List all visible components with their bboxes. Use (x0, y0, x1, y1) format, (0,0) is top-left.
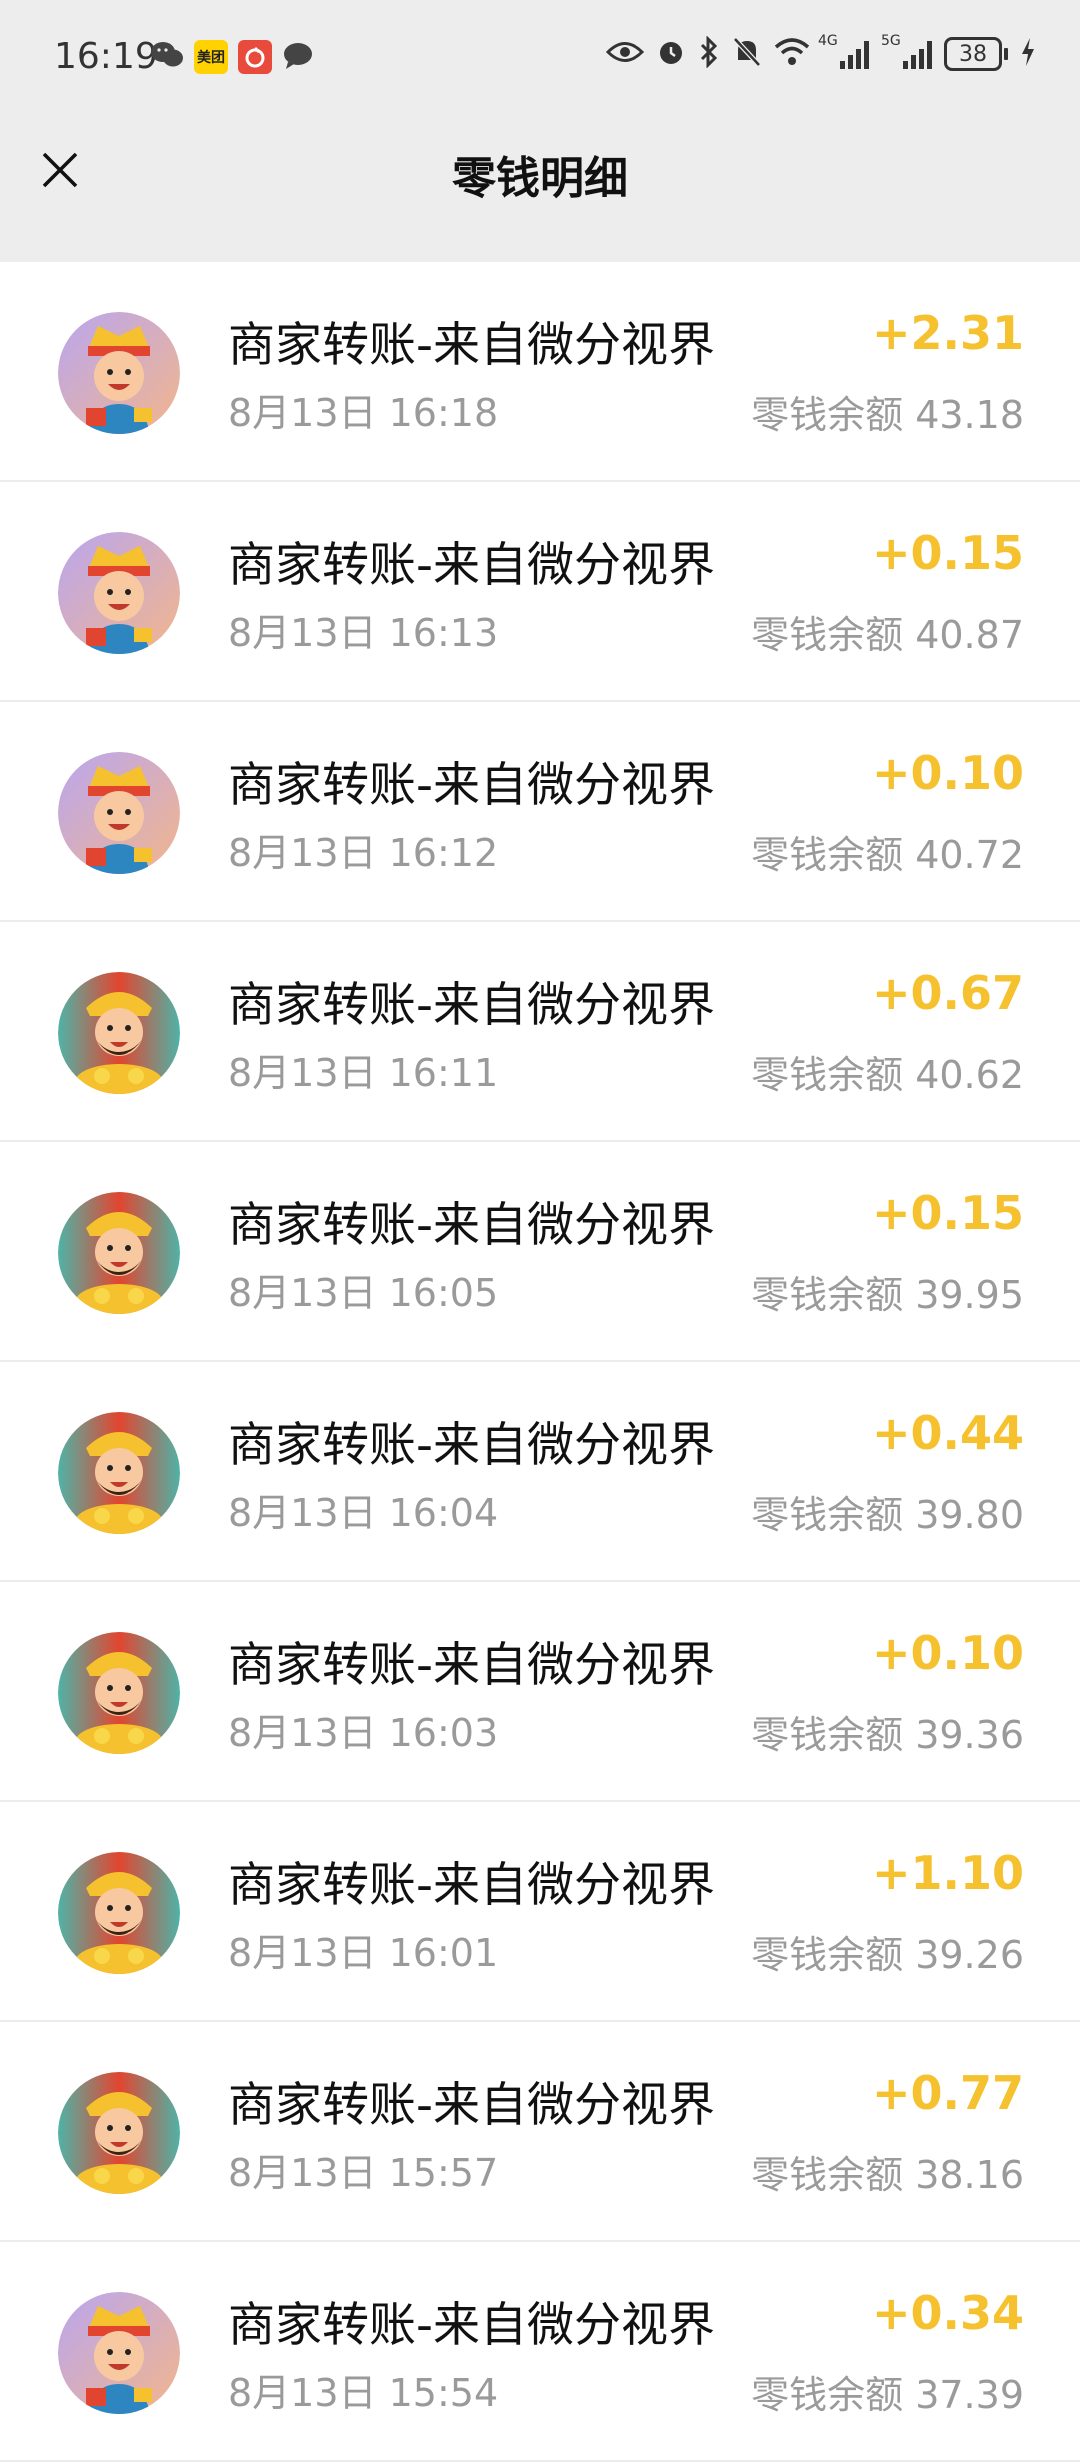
god-of-wealth-avatar-a (58, 532, 180, 654)
transaction-row[interactable]: 商家转账-来自微分视界 8月13日 16:11 +0.67 零钱余额 40.62 (0, 922, 1080, 1142)
transaction-balance: 零钱余额 40.62 (751, 1053, 1024, 1097)
transaction-title: 商家转账-来自微分视界 (228, 1638, 715, 1693)
transaction-balance: 零钱余额 39.36 (751, 1713, 1024, 1757)
transaction-time: 8月13日 15:57 (228, 2151, 499, 2195)
wechat-icon (150, 40, 184, 74)
transaction-row[interactable]: 商家转账-来自微分视界 8月13日 16:01 +1.10 零钱余额 39.26 (0, 1802, 1080, 2022)
god-of-wealth-avatar-b (58, 1852, 180, 1974)
nav-bar: 零钱明细 (0, 118, 1080, 220)
transaction-balance: 零钱余额 39.26 (751, 1933, 1024, 1977)
transaction-time: 8月13日 16:05 (228, 1271, 499, 1315)
transaction-row[interactable]: 商家转账-来自微分视界 8月13日 16:18 +2.31 零钱余额 43.18 (0, 262, 1080, 482)
transaction-amount: +0.44 (871, 1406, 1024, 1460)
transaction-row[interactable]: 商家转账-来自微分视界 8月13日 16:13 +0.15 零钱余额 40.87 (0, 482, 1080, 702)
transaction-balance: 零钱余额 37.39 (751, 2373, 1024, 2417)
signal-5g-icon: 5G (881, 33, 932, 69)
mute-bell-icon (732, 36, 762, 72)
transaction-amount: +0.15 (871, 1186, 1024, 1240)
notification-icons: 美团 (150, 40, 314, 74)
transaction-title: 商家转账-来自微分视界 (228, 2078, 715, 2133)
transaction-title: 商家转账-来自微分视界 (228, 758, 715, 813)
god-of-wealth-avatar-b (58, 1632, 180, 1754)
alarm-icon (656, 37, 686, 71)
transaction-amount: +0.15 (871, 526, 1024, 580)
transaction-row[interactable]: 商家转账-来自微分视界 8月13日 16:12 +0.10 零钱余额 40.72 (0, 702, 1080, 922)
god-of-wealth-avatar-a (58, 752, 180, 874)
transaction-row[interactable]: 商家转账-来自微分视界 8月13日 16:05 +0.15 零钱余额 39.95 (0, 1142, 1080, 1362)
battery-level: 38 (944, 37, 1002, 71)
message-icon (282, 40, 314, 74)
transaction-list: 商家转账-来自微分视界 8月13日 16:18 +2.31 零钱余额 43.18… (0, 262, 1080, 2462)
transaction-balance: 零钱余额 39.80 (751, 1493, 1024, 1537)
transaction-balance: 零钱余额 40.72 (751, 833, 1024, 877)
transaction-time: 8月13日 16:03 (228, 1711, 499, 1755)
network-5g-label: 5G (881, 33, 901, 49)
network-4g-label: 4G (818, 33, 838, 49)
god-of-wealth-avatar-a (58, 2292, 180, 2414)
god-of-wealth-avatar-b (58, 1192, 180, 1314)
transaction-row[interactable]: 商家转账-来自微分视界 8月13日 16:04 +0.44 零钱余额 39.80 (0, 1362, 1080, 1582)
transaction-time: 8月13日 16:18 (228, 391, 499, 435)
transaction-time: 8月13日 16:01 (228, 1931, 499, 1975)
transaction-amount: +0.34 (871, 2286, 1024, 2340)
god-of-wealth-avatar-b (58, 2072, 180, 2194)
god-of-wealth-avatar-a (58, 312, 180, 434)
status-bar: 16:19 美团 4G 5G 38 (0, 0, 1080, 118)
transaction-title: 商家转账-来自微分视界 (228, 978, 715, 1033)
eye-icon (605, 39, 645, 69)
transaction-time: 8月13日 16:13 (228, 611, 499, 655)
transaction-time: 8月13日 15:54 (228, 2371, 499, 2415)
signal-4g-icon: 4G (818, 33, 869, 69)
battery-icon: 38 (944, 37, 1008, 71)
transaction-title: 商家转账-来自微分视界 (228, 1858, 715, 1913)
transaction-amount: +2.31 (871, 306, 1024, 360)
transaction-row[interactable]: 商家转账-来自微分视界 8月13日 16:03 +0.10 零钱余额 39.36 (0, 1582, 1080, 1802)
god-of-wealth-avatar-b (58, 1412, 180, 1534)
charging-icon (1020, 37, 1036, 71)
transaction-title: 商家转账-来自微分视界 (228, 1418, 715, 1473)
bluetooth-icon (698, 35, 720, 72)
status-time: 16:19 (54, 36, 158, 77)
wifi-icon (774, 37, 810, 71)
transaction-amount: +0.67 (871, 966, 1024, 1020)
transaction-balance: 零钱余额 40.87 (751, 613, 1024, 657)
transaction-time: 8月13日 16:11 (228, 1051, 499, 1095)
transaction-row[interactable]: 商家转账-来自微分视界 8月13日 15:57 +0.77 零钱余额 38.16 (0, 2022, 1080, 2242)
transaction-amount: +0.77 (871, 2066, 1024, 2120)
transaction-amount: +0.10 (871, 746, 1024, 800)
transaction-amount: +1.10 (871, 1846, 1024, 1900)
transaction-amount: +0.10 (871, 1626, 1024, 1680)
transaction-balance: 零钱余额 38.16 (751, 2153, 1024, 2197)
meituan-icon: 美团 (194, 40, 228, 74)
page-title: 零钱明细 (452, 153, 628, 204)
transaction-time: 8月13日 16:12 (228, 831, 499, 875)
transaction-title: 商家转账-来自微分视界 (228, 1198, 715, 1253)
red-app-icon (238, 40, 272, 74)
transaction-balance: 零钱余额 39.95 (751, 1273, 1024, 1317)
transaction-row[interactable]: 商家转账-来自微分视界 8月13日 15:54 +0.34 零钱余额 37.39 (0, 2242, 1080, 2462)
god-of-wealth-avatar-b (58, 972, 180, 1094)
transaction-title: 商家转账-来自微分视界 (228, 538, 715, 593)
transaction-time: 8月13日 16:04 (228, 1491, 499, 1535)
system-icons: 4G 5G 38 (605, 33, 1036, 72)
transaction-title: 商家转账-来自微分视界 (228, 2298, 715, 2353)
transaction-balance: 零钱余额 43.18 (751, 393, 1024, 437)
transaction-title: 商家转账-来自微分视界 (228, 318, 715, 373)
